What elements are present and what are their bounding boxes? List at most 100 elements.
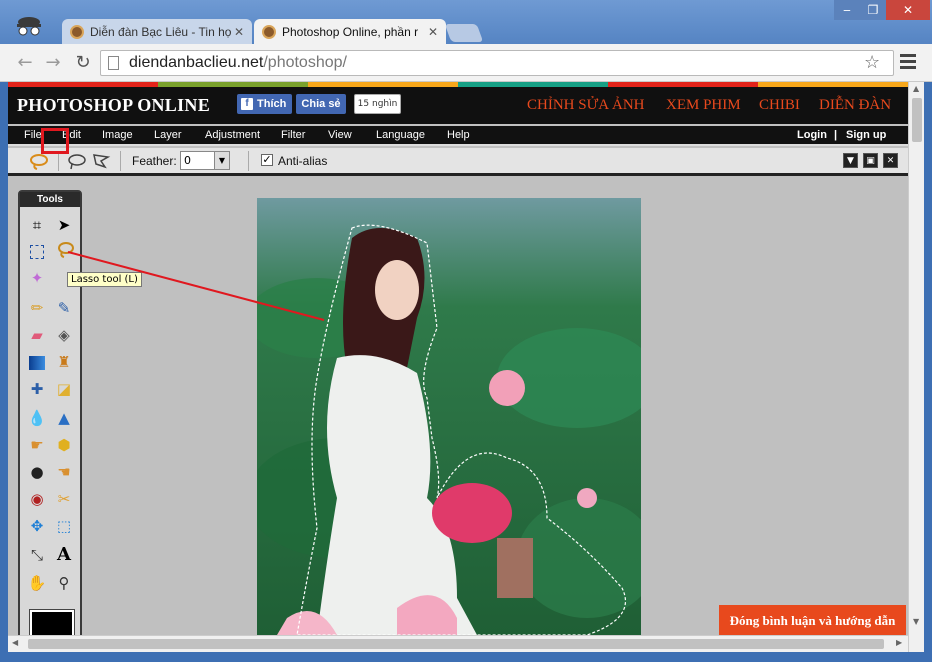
- bandage-tool-icon[interactable]: ✂: [53, 488, 75, 510]
- dodge-tool-icon[interactable]: ●: [26, 461, 48, 483]
- tab-diendan[interactable]: Diễn đàn Bạc Liêu - Tin họ ✕: [62, 19, 252, 45]
- menu-file[interactable]: File: [24, 129, 42, 141]
- shape-tool-icon[interactable]: ◪: [53, 378, 75, 400]
- fb-count-badge: 15 nghìn: [354, 94, 401, 114]
- divider: [58, 151, 59, 171]
- lasso-tool-icon[interactable]: [55, 240, 77, 262]
- horizontal-scrollbar[interactable]: ◀ ▶: [8, 635, 908, 652]
- forward-icon[interactable]: →: [42, 52, 64, 74]
- menu-help[interactable]: Help: [447, 129, 470, 141]
- page-content: PHOTOSHOP ONLINE f Thích Chia sẻ 15 nghìn…: [8, 82, 908, 635]
- site-header: PHOTOSHOP ONLINE f Thích Chia sẻ 15 nghìn…: [8, 87, 908, 124]
- nav-xem-phim[interactable]: XEM PHIM: [666, 97, 741, 114]
- healing-tool-icon[interactable]: ✚: [26, 378, 48, 400]
- lasso-option-icon[interactable]: [28, 152, 50, 172]
- magic-wand-icon[interactable]: ✦: [26, 267, 48, 289]
- scroll-right-icon[interactable]: ▶: [896, 638, 902, 647]
- address-bar[interactable]: diendanbaclieu.net/photoshop/: [100, 50, 894, 76]
- back-icon[interactable]: ←: [14, 52, 36, 74]
- comment-toggle-button[interactable]: Đóng bình luận và hướng dẫn: [719, 605, 906, 635]
- crop-tool-icon[interactable]: ⌗: [26, 214, 48, 236]
- antialias-label: Anti-alias: [278, 154, 328, 168]
- menu-divider: |: [834, 129, 838, 141]
- chrome-menu-icon[interactable]: [900, 54, 916, 70]
- gradient-tool-icon[interactable]: [26, 351, 48, 373]
- brush-tool-icon[interactable]: ✎: [53, 297, 75, 319]
- divider: [120, 151, 121, 171]
- signup-link[interactable]: Sign up: [846, 129, 886, 141]
- red-eye-tool-icon[interactable]: ◉: [26, 488, 48, 510]
- divider: [248, 151, 249, 171]
- menu-language[interactable]: Language: [376, 129, 425, 141]
- favicon-icon: [262, 25, 276, 39]
- chevron-down-icon: ▼: [214, 152, 229, 169]
- hand-tool-icon[interactable]: ✋: [26, 572, 48, 594]
- move-tool-icon[interactable]: ➤: [53, 214, 75, 236]
- pencil-tool-icon[interactable]: ✏: [26, 297, 48, 319]
- eraser-tool-icon[interactable]: ▰: [26, 324, 48, 346]
- panel-close-icon[interactable]: ✕: [883, 153, 898, 168]
- fb-share-button[interactable]: Chia sẻ: [296, 94, 346, 114]
- sponge-tool-icon[interactable]: ⬢: [53, 434, 75, 456]
- zoom-tool-icon[interactable]: ⚲: [53, 572, 75, 594]
- menu-view[interactable]: View: [328, 129, 352, 141]
- menu-filter[interactable]: Filter: [281, 129, 305, 141]
- login-link[interactable]: Login: [797, 129, 827, 141]
- tools-panel: Tools ⌗ ➤ ✦ ✏ ✎ ▰ ◈ ♜ ✚ ◪ 💧 ▲ ☛ ⬢ ● ☚ ◉ …: [18, 190, 82, 635]
- image-canvas[interactable]: [257, 198, 641, 635]
- tools-title: Tools: [20, 192, 80, 207]
- photo-image: [257, 198, 641, 635]
- close-tab-icon[interactable]: ✕: [428, 19, 438, 45]
- bookmark-star-icon[interactable]: ☆: [864, 52, 880, 73]
- incognito-icon: [12, 14, 46, 38]
- url-path: /photoshop/: [263, 54, 347, 71]
- new-tab-button[interactable]: [444, 24, 484, 42]
- close-window-icon[interactable]: ✕: [886, 0, 930, 20]
- scroll-down-icon[interactable]: ▼: [913, 617, 919, 626]
- fb-like-button[interactable]: f Thích: [237, 94, 292, 114]
- favicon-icon: [70, 25, 84, 39]
- tab-photoshop[interactable]: Photoshop Online, phần r ✕: [254, 19, 446, 45]
- lasso-tool-highlight: [41, 128, 69, 154]
- nav-chinh-sua-anh[interactable]: CHỈNH SỬA ẢNH: [527, 97, 644, 114]
- foreground-color-swatch[interactable]: [29, 609, 75, 635]
- antialias-checkbox[interactable]: ✓: [261, 154, 273, 166]
- tab-label: Photoshop Online, phần r: [282, 25, 419, 39]
- minimize-icon[interactable]: ‒: [834, 0, 860, 20]
- smudge-tool-icon[interactable]: ☛: [26, 434, 48, 456]
- liquify-tool-icon[interactable]: ✥: [26, 515, 48, 537]
- sharpen-tool-icon[interactable]: ▲: [53, 407, 75, 429]
- window-controls: ‒ ❐ ✕: [834, 0, 932, 20]
- burn-tool-icon[interactable]: ☚: [53, 461, 75, 483]
- transform-tool-icon[interactable]: ⬚: [53, 515, 75, 537]
- nav-chibi[interactable]: CHIBI: [759, 97, 800, 114]
- nav-dien-dan[interactable]: DIỄN ĐÀN: [819, 97, 891, 114]
- horizontal-scroll-thumb[interactable]: [28, 639, 884, 649]
- vertical-scroll-thumb[interactable]: [912, 98, 922, 142]
- lasso-free-icon[interactable]: [66, 152, 88, 172]
- scroll-left-icon[interactable]: ◀: [12, 638, 18, 647]
- site-title[interactable]: PHOTOSHOP ONLINE: [17, 95, 210, 116]
- url-domain: diendanbaclieu.net: [129, 54, 264, 71]
- marquee-tool-icon[interactable]: [26, 240, 48, 262]
- paint-bucket-icon[interactable]: ◈: [53, 324, 75, 346]
- blur-tool-icon[interactable]: 💧: [26, 407, 48, 429]
- panel-maximize-icon[interactable]: ▣: [863, 153, 878, 168]
- reload-icon[interactable]: ↻: [72, 52, 94, 74]
- vertical-scrollbar[interactable]: ▲ ▼: [908, 82, 924, 652]
- close-tab-icon[interactable]: ✕: [234, 19, 244, 45]
- maximize-icon[interactable]: ❐: [860, 0, 886, 20]
- polygon-lasso-icon[interactable]: [90, 152, 112, 172]
- text-tool-icon[interactable]: A: [53, 544, 75, 566]
- scroll-up-icon[interactable]: ▲: [913, 84, 919, 93]
- browser-toolbar: ← → ↻ diendanbaclieu.net/photoshop/ ☆: [0, 44, 932, 82]
- eyedropper-tool-icon[interactable]: ⤡: [26, 544, 48, 566]
- feather-value: 0: [184, 154, 191, 167]
- panel-collapse-icon[interactable]: ▼: [843, 153, 858, 168]
- stamp-tool-icon[interactable]: ♜: [53, 351, 75, 373]
- menu-image[interactable]: Image: [102, 129, 133, 141]
- feather-select[interactable]: 0 ▼: [180, 151, 230, 170]
- menu-layer[interactable]: Layer: [154, 129, 182, 141]
- menu-adjustment[interactable]: Adjustment: [205, 129, 260, 141]
- tab-label: Diễn đàn Bạc Liêu - Tin họ: [90, 25, 232, 39]
